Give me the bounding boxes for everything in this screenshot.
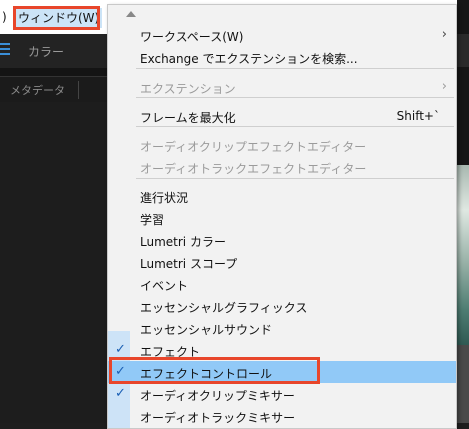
right-panel-edge bbox=[457, 0, 469, 423]
menu-item-label: 学習 bbox=[140, 213, 165, 227]
right-panel-header bbox=[457, 34, 469, 67]
tab-color[interactable]: カラー bbox=[28, 43, 64, 60]
menu-item-label: フレームを最大化 bbox=[140, 111, 236, 125]
menu-item[interactable]: オーディオトラックエフェクトエディター bbox=[108, 156, 456, 178]
menu-item-label: エッセンシャルグラフィックス bbox=[140, 301, 308, 315]
menu-item[interactable]: ワークスペース(W) › bbox=[108, 24, 456, 46]
menu-item[interactable]: オーディオトラックミキサー bbox=[108, 405, 456, 427]
menu-item[interactable]: Lumetri スコープ bbox=[108, 251, 456, 273]
menu-item-label: オーディオトラックミキサー bbox=[140, 411, 296, 425]
menu-item[interactable]: ✓ エフェクト bbox=[108, 339, 456, 361]
menu-item-label: オーディオクリップミキサー bbox=[140, 389, 295, 403]
window-dropdown-menu: ワークスペース(W) › Exchange でエクステンションを検索... エクステン… bbox=[107, 4, 457, 429]
checkmark-icon: ✓ bbox=[115, 364, 126, 379]
menu-item-label: Exchange でエクステンションを検索... bbox=[140, 52, 358, 66]
menu-item[interactable]: Lumetri カラー bbox=[108, 229, 456, 251]
hamburger-menu-icon[interactable] bbox=[0, 43, 10, 57]
menu-item[interactable]: ✓ オーディオクリップミキサー bbox=[108, 383, 456, 405]
menu-item-label: オーディオトラックエフェクトエディター bbox=[140, 162, 367, 176]
window-menu[interactable]: ウィンドウ(W) bbox=[15, 8, 103, 28]
menu-divider bbox=[136, 126, 454, 127]
tab-separator bbox=[78, 81, 79, 99]
menu-item-label: エクステンション bbox=[140, 82, 236, 96]
menu-item[interactable]: オーディオクリップエフェクトエディター bbox=[108, 134, 456, 156]
tab-metadata[interactable]: メタデータ bbox=[10, 82, 65, 98]
menu-item[interactable]: エッセンシャルグラフィックス bbox=[108, 295, 456, 317]
menu-divider bbox=[136, 97, 454, 98]
menu-item[interactable]: イベント bbox=[108, 273, 456, 295]
menu-item[interactable]: 進行状況 bbox=[108, 185, 456, 207]
submenu-arrow-icon: › bbox=[441, 27, 447, 42]
previous-menu-fragment[interactable]: ) bbox=[2, 10, 7, 24]
menu-item-label: エフェクト bbox=[140, 345, 201, 359]
submenu-arrow-icon: › bbox=[441, 79, 447, 94]
menu-item[interactable]: エッセンシャルサウンド bbox=[108, 317, 456, 339]
menu-item[interactable]: 学習 bbox=[108, 207, 456, 229]
menu-item-label: エフェクトコントロール bbox=[140, 367, 273, 381]
menu-item-label: Lumetri スコープ bbox=[140, 257, 238, 271]
panel-tab-bar-secondary: メタデータ bbox=[0, 76, 115, 103]
menu-item-label: オーディオクリップエフェクトエディター bbox=[140, 140, 367, 154]
menu-divider bbox=[136, 68, 454, 69]
checkmark-icon: ✓ bbox=[115, 342, 126, 357]
menu-item-label: イベント bbox=[140, 279, 189, 293]
right-panel-lower bbox=[457, 345, 469, 423]
menu-item[interactable]: エクステンション › bbox=[108, 76, 456, 98]
menu-item-label: エッセンシャルサウンド bbox=[140, 323, 273, 337]
menu-item-label: Lumetri カラー bbox=[140, 235, 226, 249]
menu-item-label: 進行状況 bbox=[140, 191, 189, 205]
menu-item[interactable]: ✓ エフェクトコントロール bbox=[108, 361, 456, 383]
checkmark-icon: ✓ bbox=[115, 386, 126, 401]
menu-item-shortcut: Shift+` bbox=[396, 109, 440, 123]
left-panel-body bbox=[0, 102, 115, 423]
menu-divider bbox=[136, 178, 454, 179]
menu-item[interactable]: Exchange でエクステンションを検索... bbox=[108, 46, 456, 68]
scroll-up-arrow-icon[interactable] bbox=[126, 11, 136, 17]
menu-item-label: ワークスペース(W) bbox=[140, 30, 244, 44]
video-preview-edge bbox=[457, 165, 469, 345]
menu-item[interactable]: フレームを最大化 Shift+` bbox=[108, 105, 456, 127]
panel-tab-bar: カラー bbox=[0, 34, 115, 68]
